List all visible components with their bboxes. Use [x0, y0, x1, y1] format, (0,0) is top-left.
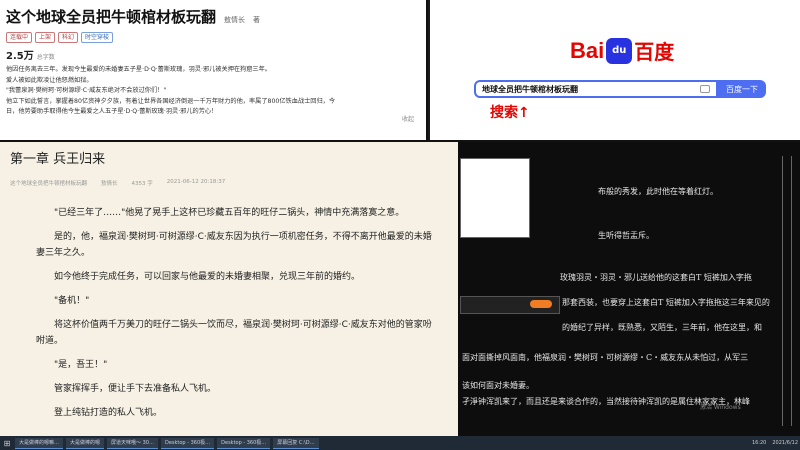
record-button[interactable]	[530, 300, 552, 308]
camera-icon[interactable]	[700, 85, 710, 93]
tag-listed[interactable]: 上架	[35, 32, 56, 43]
book-synopsis: 他因任务离去三年。发现今生最爱的未婚妻五子星·D·Q·蕾斯玫瑰，羽灵·邪儿被关押…	[6, 65, 420, 118]
chapter-meta: 这个地球全员把牛顿棺材板玩翻 敖情长 4353 字 2021-06-12 20:…	[10, 179, 448, 187]
logo-cn: 百度	[634, 40, 675, 64]
screen: 这个地球全员把牛顿棺材板玩翻 敖情长 著 连载中 上架 科幻 时空穿梭 2.5万…	[0, 0, 800, 450]
dark-text-line: 生听得哲盂斥。	[598, 231, 654, 240]
paragraph: "备机！"	[54, 296, 90, 306]
book-author[interactable]: 敖情长	[224, 15, 245, 25]
meta-author[interactable]: 敖情长	[101, 179, 118, 187]
taskbar: ⊞ 大是做棒的嗯嘛… 大是做棒的嗯 屏道天咪哦～ 30… Desktop - 3…	[0, 436, 800, 450]
dark-text-line: 的婚纪了异样，既熟悉，又陌生，三年前，他在这里，和	[562, 323, 762, 332]
search-button[interactable]: 百度一下	[718, 80, 766, 98]
taskbar-app[interactable]: 大是做棒的嗯嘛…	[15, 437, 64, 449]
synopsis-line: 他立下如此誓言，掌握着80亿资神夕夕族，有着让世界各国经济倒退一千万年财力的他，…	[6, 97, 336, 105]
chapter-title: 第一章 兵王归来	[10, 152, 106, 167]
paragraph: 如今他终于完成任务，可以回家与他最爱的未婚妻相聚，兑现三年前的婚约。	[54, 272, 361, 282]
book-tags: 连载中 上架 科幻 时空穿梭	[6, 32, 420, 43]
paw-icon: du	[606, 37, 633, 64]
baidu-search-page: Bai du 百度 地球全员把牛顿棺材板玩翻 百度一下 搜索↑	[430, 0, 800, 140]
taskbar-app[interactable]: 屏道天咪哦～ 30…	[107, 437, 158, 449]
book-title[interactable]: 这个地球全员把牛顿棺材板玩翻	[6, 6, 216, 27]
dark-text-line: 该如何面对未婚妻。	[462, 381, 534, 390]
dark-text-line: 面对面撕掉风面南，他福泉润・樊树珂・可树源缪・C・威友东从未怕过，从军三	[462, 353, 749, 362]
system-tray: 16:20 2021/6/12	[752, 440, 798, 446]
paragraph: "是，吾王！"	[54, 360, 108, 370]
tag-status[interactable]: 连载中	[6, 32, 33, 43]
dark-text-line: 布般的秀发，此时他在等着红灯。	[598, 187, 718, 196]
chapter-reader: 第一章 兵王归来 这个地球全员把牛顿棺材板玩翻 敖情长 4353 字 2021-…	[0, 140, 458, 436]
search-annotation: 搜索↑	[490, 105, 530, 121]
activation-watermark: 激活 Windows	[700, 404, 741, 411]
meta-book[interactable]: 这个地球全员把牛顿棺材板玩翻	[10, 179, 87, 187]
meta-words: 4353 字	[131, 181, 153, 187]
paragraph: 登上纯钻打造的私人飞机。	[54, 408, 163, 418]
tag-subgenre[interactable]: 时空穿梭	[81, 32, 114, 43]
taskbar-app[interactable]: 大是做棒的嗯	[66, 437, 105, 449]
baidu-logo: Bai du 百度	[570, 36, 674, 65]
search-input[interactable]: 地球全员把牛顿棺材板玩翻	[474, 80, 718, 98]
paragraph: 是的，他，褔泉润·樊树珂·可树源缪·C·威友东因为执行一项机密任务，不得不离开他…	[36, 232, 432, 258]
scroll-track[interactable]	[782, 156, 792, 426]
tag-genre[interactable]: 科幻	[58, 32, 79, 43]
chapter-body: "已经三年了……"他晃了晃手上这杯已珍藏五百年的旺仔二锅头，神情中充满落寞之意。…	[10, 205, 448, 421]
embedded-screenshot	[460, 158, 530, 238]
search-query[interactable]: 地球全员把牛顿棺材板玩翻	[482, 84, 578, 95]
dark-text-line: 那套西装，也要穿上这套白T 短裤加入字拖拖这三年来见的	[562, 298, 770, 307]
book-info-card: 这个地球全员把牛顿棺材板玩翻 敖情长 著 连载中 上架 科幻 时空穿梭 2.5万…	[0, 0, 428, 140]
synopsis-line: 日，他势要助手取得他今生最爱之人五子星·D·Q·蕾斯玫瑰·羽灵·邪儿的芳心！	[6, 108, 218, 115]
taskbar-app[interactable]: 屏幕回复 C:\D…	[273, 437, 319, 449]
windows-start-icon[interactable]: ⊞	[2, 438, 12, 448]
dark-text-line: 玫瑰羽灵・羽灵・邪儿送给他的这套白T 短裤加入字拖	[560, 273, 752, 282]
taskbar-app[interactable]: Desktop - 360极…	[160, 437, 215, 449]
tray-time[interactable]: 16:20	[752, 440, 766, 446]
tray-date[interactable]: 2021/6/12	[772, 440, 798, 446]
logo-du: du	[612, 45, 627, 56]
author-label: 著	[253, 16, 261, 24]
collapse-link[interactable]: 收起	[402, 114, 414, 123]
meta-date: 2021-06-12 20:18:37	[166, 179, 226, 185]
paragraph: 管家挥挥手，便让手下去准备私人飞机。	[54, 384, 217, 394]
synopsis-line: 他因任务离去三年。发现今生最爱的未婚妻五子星·D·Q·蕾斯玫瑰，羽灵·邪儿被关押…	[6, 66, 271, 73]
synopsis-line: 爱人被如此欺凌让他怒燃如狱。	[6, 76, 93, 84]
logo-bai: Bai	[570, 37, 605, 63]
synopsis-line: "我蕾泉洞·樊树珂·可树源缪·C·威友东绝对不会放过你们！"	[6, 87, 167, 94]
paragraph: 将这杯价值两千万美刀的旺仔二锅头一饮而尽，褔泉润·樊树珂·可树源缪·C·威友东对…	[36, 320, 432, 346]
word-count-label: 总字数	[36, 54, 55, 61]
word-count: 2.5万	[6, 51, 34, 62]
taskbar-app[interactable]: Desktop - 360极…	[217, 437, 271, 449]
paragraph: "已经三年了……"他晃了晃手上这杯已珍藏五百年的旺仔二锅头，神情中充满落寞之意。	[54, 208, 405, 218]
